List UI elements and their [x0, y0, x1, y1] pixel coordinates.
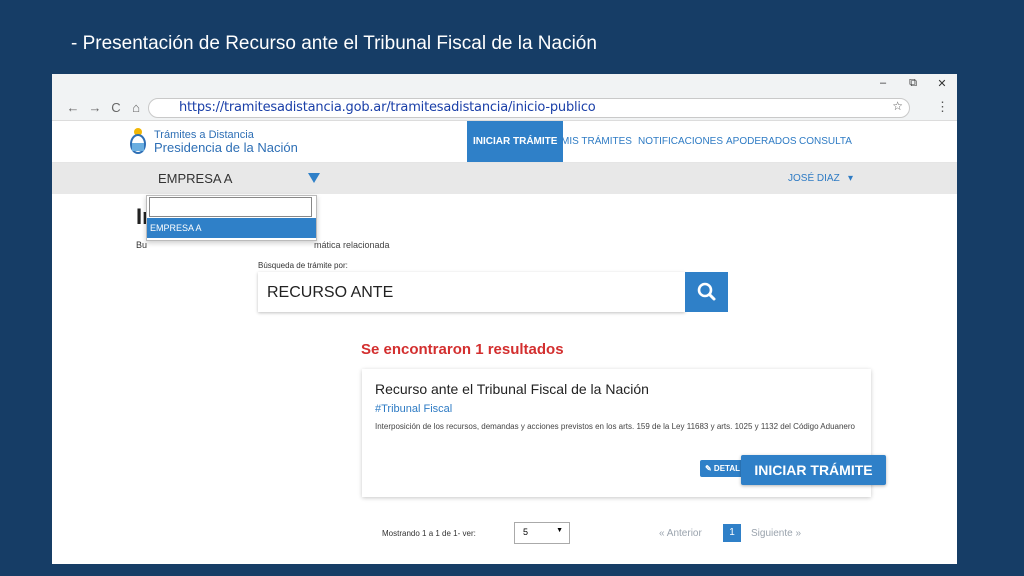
forward-icon[interactable]: → — [87, 100, 103, 115]
pagination-previous[interactable]: « Anterior — [659, 528, 702, 539]
company-dropdown: EMPRESA A — [146, 195, 317, 241]
search-input[interactable]: RECURSO ANTE — [258, 272, 685, 312]
logo-main-text: Presidencia de la Nación — [154, 140, 298, 155]
search-value[interactable]: RECURSO ANTE — [267, 284, 393, 302]
url-text[interactable]: https://tramitesadistancia.gob.ar/tramit… — [179, 100, 596, 115]
national-emblem-icon — [130, 128, 146, 154]
result-tag[interactable]: #Tribunal Fiscal — [375, 403, 452, 415]
caret-down-icon: ▾ — [848, 173, 854, 184]
search-label: Búsqueda de trámite por: — [258, 261, 348, 270]
user-menu[interactable]: JOSÉ DIAZ ▾ — [788, 173, 853, 184]
page-subtitle-start: Bu — [136, 240, 148, 250]
restore-icon[interactable]: ⧉ — [905, 77, 921, 90]
nav-notificaciones[interactable]: NOTIFICACIONES — [638, 121, 723, 162]
user-bar: EMPRESA A JOSÉ DIAZ ▾ — [52, 163, 957, 194]
reload-icon[interactable]: C — [108, 100, 124, 115]
close-icon[interactable]: ✕ — [934, 77, 950, 90]
results-count: Se encontraron 1 resultados — [361, 341, 564, 358]
search-icon — [697, 282, 716, 301]
company-search-input[interactable] — [149, 197, 312, 217]
caret-down-icon[interactable] — [308, 173, 320, 183]
user-name: JOSÉ DIAZ — [788, 173, 840, 184]
start-procedure-button[interactable]: INICIAR TRÁMITE — [741, 455, 886, 485]
home-icon[interactable]: ⌂ — [128, 100, 144, 115]
page-subtitle-end: mática relacionada — [314, 240, 390, 250]
browser-toolbar: ← → C ⌂ https://tramitesadistancia.gob.a… — [52, 96, 957, 121]
nav-iniciar-tramite[interactable]: INICIAR TRÁMITE — [467, 121, 564, 162]
browser-menu-icon[interactable]: ⋮ — [936, 99, 949, 115]
detail-button[interactable]: ✎ DETAL — [700, 460, 744, 477]
page-size-select[interactable]: 5 ▼ — [514, 522, 570, 544]
result-description: Interposición de los recursos, demandas … — [375, 422, 855, 431]
address-bar[interactable]: https://tramitesadistancia.gob.ar/tramit… — [148, 98, 910, 118]
title-bar: – ⧉ ✕ — [52, 74, 957, 96]
nav-apoderados[interactable]: APODERADOS — [726, 121, 797, 162]
pagination-next[interactable]: Siguiente » — [751, 528, 801, 539]
result-card: Recurso ante el Tribunal Fiscal de la Na… — [362, 369, 886, 497]
caret-down-icon: ▼ — [556, 527, 563, 534]
browser-window: – ⧉ ✕ ← → C ⌂ https://tramitesadistancia… — [52, 74, 957, 564]
page-size-value: 5 — [523, 527, 529, 537]
company-selector[interactable]: EMPRESA A — [158, 171, 232, 186]
nav-mis-tramites[interactable]: MIS TRÁMITES — [561, 121, 632, 162]
site-header: Trámites a Distancia Presidencia de la N… — [52, 121, 957, 163]
search-button[interactable] — [685, 272, 728, 312]
company-option[interactable]: EMPRESA A — [147, 218, 316, 238]
slide-title: - Presentación de Recurso ante el Tribun… — [71, 33, 597, 54]
minimize-icon[interactable]: – — [875, 77, 891, 89]
pagination-current-page[interactable]: 1 — [723, 524, 741, 542]
nav-consulta[interactable]: CONSULTA — [799, 121, 852, 162]
back-icon[interactable]: ← — [65, 100, 81, 115]
result-title[interactable]: Recurso ante el Tribunal Fiscal de la Na… — [375, 381, 649, 397]
pagination-summary: Mostrando 1 a 1 de 1- ver: — [382, 529, 476, 538]
bookmark-star-icon[interactable]: ☆ — [892, 99, 903, 113]
